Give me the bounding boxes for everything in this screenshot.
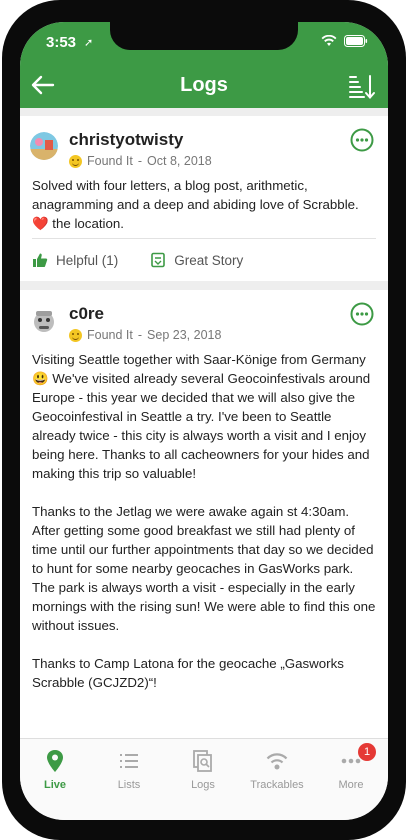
status-time: 3:53 [46, 34, 77, 51]
tab-label: Trackables [250, 779, 304, 791]
log-card: christyotwisty Found It - Oct 8, 2018 So… [20, 116, 388, 281]
log-text-part: Solved with four letters, a blog post, a… [32, 178, 359, 212]
tab-label: Live [43, 779, 66, 791]
notification-badge: 1 [358, 743, 376, 761]
phone-mockup: 3:53 ➚ Logs christyotwisty Found It - Oc… [0, 0, 408, 840]
log-text-part: the location. [52, 216, 124, 231]
log-meta: Found It - Oct 8, 2018 [69, 154, 212, 168]
tab-label: Logs [191, 779, 215, 791]
log-actions: Helpful (1) Great Story [32, 252, 243, 268]
tab-lists[interactable]: Lists [94, 749, 164, 791]
log-text: Visiting Seattle together with Saar-Köni… [32, 350, 378, 692]
log-card: c0re Found It - Sep 23, 2018 Visiting Se… [20, 290, 388, 738]
avatar[interactable] [30, 306, 58, 334]
logs-icon [193, 750, 212, 772]
battery-icon [344, 35, 368, 47]
log-date: Oct 8, 2018 [147, 154, 212, 168]
username[interactable]: c0re [69, 304, 104, 324]
log-paragraph: Thanks to Camp Latona for the geocache „… [32, 656, 344, 690]
tab-logs[interactable]: Logs [168, 749, 238, 791]
log-date: Sep 23, 2018 [147, 328, 222, 342]
map-pin-icon [47, 750, 63, 772]
tab-trackables[interactable]: Trackables [242, 749, 312, 791]
great-story-label: Great Story [174, 252, 244, 268]
page-title: Logs [180, 74, 228, 96]
tab-bar: Live Lists Logs Trackables 1 More [20, 738, 388, 820]
tab-live[interactable]: Live [20, 749, 90, 791]
meta-separator: - [137, 328, 143, 342]
phone-notch [110, 22, 298, 50]
log-type: Found It [87, 328, 133, 342]
username[interactable]: christyotwisty [69, 130, 183, 150]
great-story-button[interactable]: Great Story [150, 252, 243, 268]
avatar[interactable] [30, 132, 58, 160]
tab-label: More [338, 779, 364, 791]
log-paragraph: Visiting Seattle together with Saar-Köni… [32, 352, 371, 481]
logs-list[interactable]: christyotwisty Found It - Oct 8, 2018 So… [20, 108, 388, 738]
location-arrow-icon: ➚ [84, 37, 94, 49]
trackables-signal-icon [266, 753, 288, 770]
helpful-label: Helpful (1) [56, 252, 119, 268]
helpful-button[interactable]: Helpful (1) [32, 252, 118, 268]
thumbs-up-icon [33, 253, 48, 267]
status-indicators [321, 35, 368, 47]
divider [32, 238, 376, 239]
story-icon [151, 252, 166, 268]
found-it-smiley-icon [69, 328, 82, 342]
found-it-smiley-icon [69, 154, 82, 168]
sort-icon[interactable] [348, 72, 376, 100]
more-options-icon[interactable] [350, 128, 374, 152]
tab-label: Lists [117, 779, 141, 791]
log-type: Found It [87, 154, 133, 168]
meta-separator: - [137, 154, 143, 168]
heart-emoji: ❤️ [32, 216, 49, 231]
log-text: Solved with four letters, a blog post, a… [32, 176, 378, 233]
log-paragraph: Thanks to the Jetlag we were awake again… [32, 504, 376, 633]
wifi-icon [321, 35, 337, 46]
tab-more[interactable]: 1 More [316, 743, 386, 791]
nav-bar: Logs [20, 62, 388, 108]
log-meta: Found It - Sep 23, 2018 [69, 328, 221, 342]
list-icon [120, 754, 138, 768]
more-options-icon[interactable] [350, 302, 374, 326]
app-screen: 3:53 ➚ Logs christyotwisty Found It - Oc… [20, 22, 388, 820]
